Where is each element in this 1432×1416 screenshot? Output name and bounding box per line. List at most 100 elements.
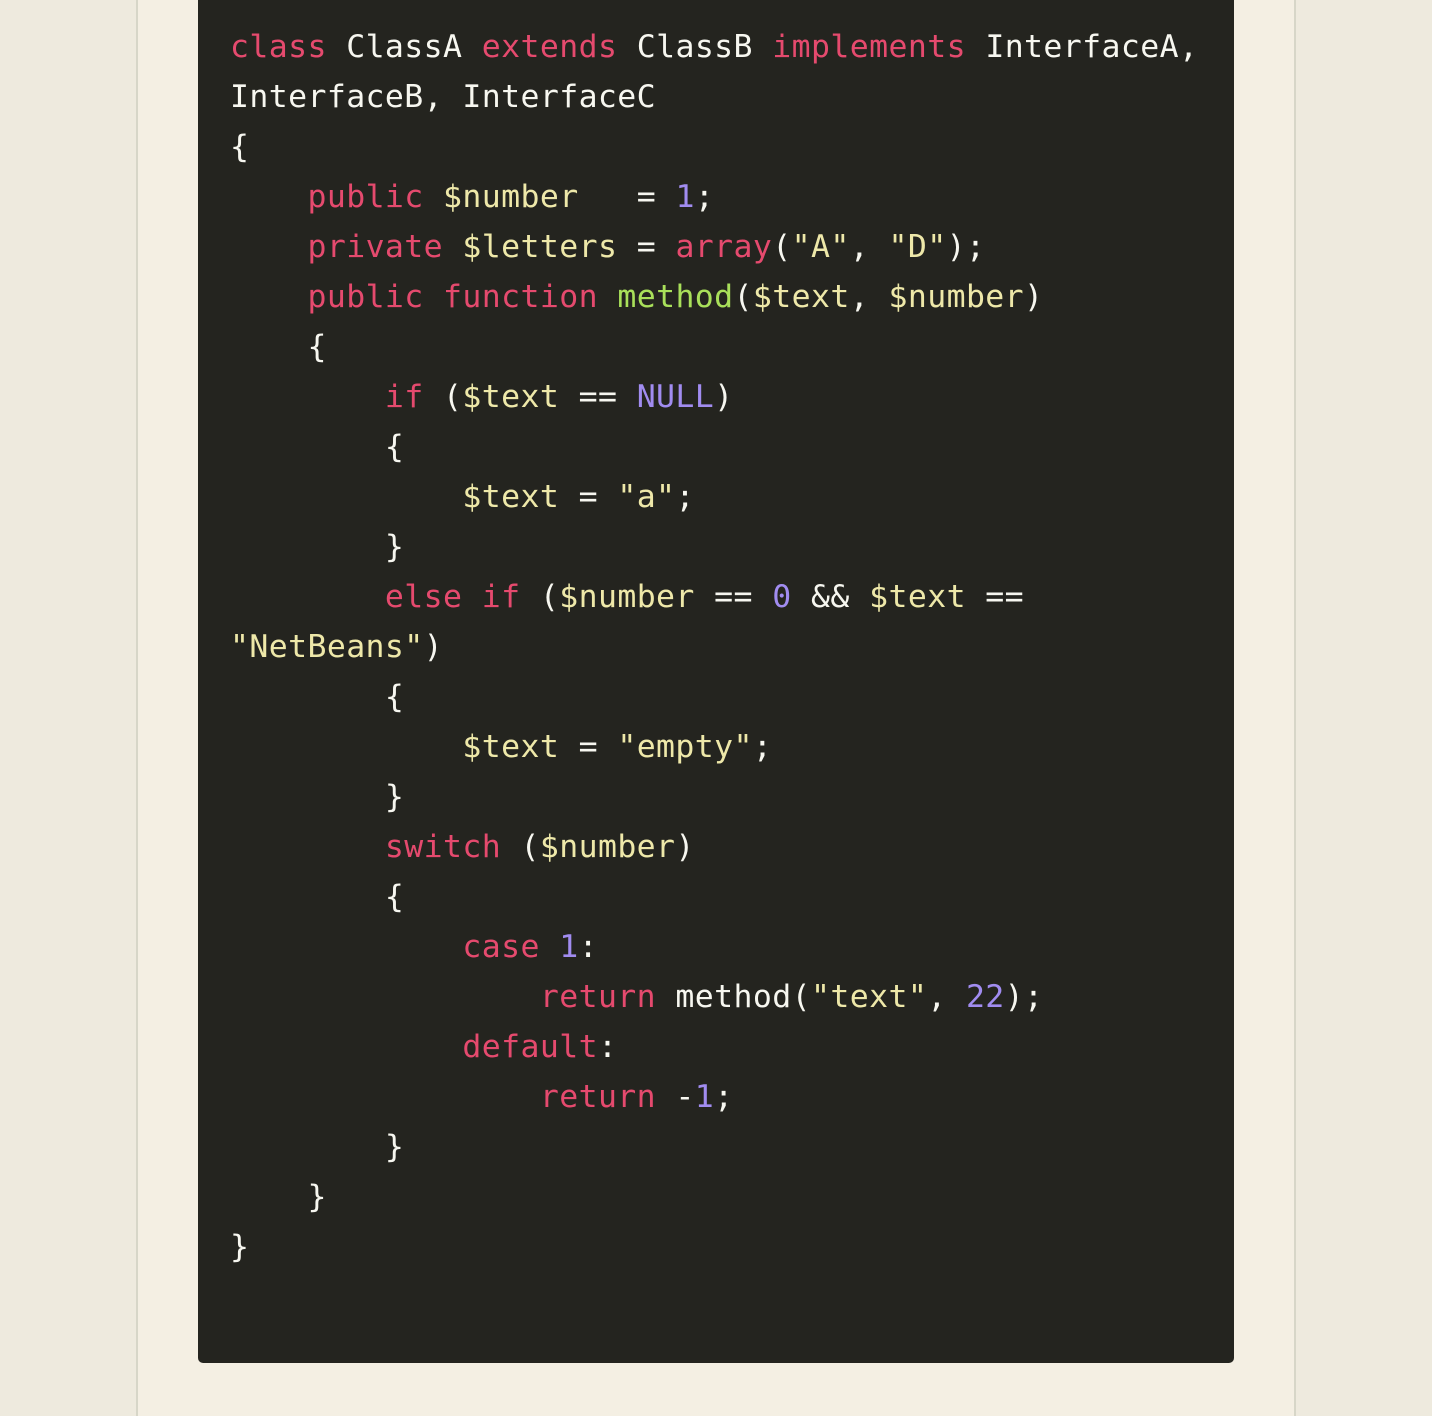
code-token-kw: else	[384, 579, 463, 615]
code-token-kw: extends	[481, 29, 618, 65]
code-token-pun: }	[384, 779, 405, 815]
code-token-kw: implements	[772, 29, 966, 65]
code-token-pun: }	[384, 529, 405, 565]
code-token-pun: );	[1004, 979, 1044, 1015]
code-token-num: 1	[675, 179, 695, 215]
code-token-pun: &&	[791, 579, 870, 615]
code-token-pun: ;	[714, 1079, 734, 1115]
code-token-kw: return	[539, 979, 657, 1015]
code-line: {	[230, 429, 404, 465]
code-token-pun: (	[772, 229, 792, 265]
code-token-kw: class	[230, 29, 327, 65]
code-token-fn: method	[617, 279, 734, 315]
code-token-pun: (	[501, 829, 540, 865]
code-token-pun: ,	[849, 279, 889, 315]
code-token-pun: )	[675, 829, 695, 865]
code-line: public $number = 1;	[230, 179, 714, 215]
code-token-kw: public	[307, 279, 424, 315]
code-token-pl: ClassA	[346, 29, 463, 65]
code-line: private $letters = array("A", "D");	[230, 229, 985, 265]
code-token-pun: }	[230, 1229, 250, 1265]
code-line: }	[230, 1229, 249, 1265]
code-token-pun: }	[384, 1129, 405, 1165]
code-token-pun: }	[307, 1179, 327, 1215]
code-token-var: $number	[443, 179, 579, 215]
page-left-column-rule	[136, 0, 138, 1416]
code-token-str: "text"	[811, 979, 928, 1015]
code-token-num: 22	[965, 979, 1005, 1015]
code-token-kw: public	[307, 179, 424, 215]
code-token-pun: =	[578, 179, 676, 215]
code-line: $text = "a";	[230, 479, 695, 515]
code-token-var: $text	[752, 279, 850, 315]
code-token-kw: return	[539, 1079, 657, 1115]
code-token-var: $text	[462, 479, 560, 515]
code-line: class ClassA extends ClassB implements I…	[230, 29, 1218, 115]
code-token-pun: {	[307, 329, 327, 365]
code-line: {	[230, 679, 404, 715]
code-line: public function method($text, $number)	[230, 279, 1043, 315]
code-token-str: "D"	[888, 229, 947, 265]
code-token-str: "empty"	[617, 729, 753, 765]
code-token-var: $text	[462, 729, 560, 765]
code-line: {	[230, 329, 327, 365]
code-token-num: 1	[559, 929, 579, 965]
page-left-margin-band	[0, 0, 136, 1416]
code-token-pun: {	[384, 879, 405, 915]
code-token-pun: =	[559, 479, 618, 515]
code-line: {	[230, 129, 249, 165]
code-token-pun: -	[675, 1079, 695, 1115]
code-line: switch ($number)	[230, 829, 695, 865]
code-token-pun: );	[946, 229, 986, 265]
code-token-var: $text	[869, 579, 966, 615]
code-token-pun: :	[578, 929, 598, 965]
code-token-pun: (	[520, 579, 560, 615]
code-token-pun: (	[423, 379, 463, 415]
code-block[interactable]: class ClassA extends ClassB implements I…	[198, 0, 1234, 1363]
code-token-str: "A"	[791, 229, 850, 265]
code-token-kw: array	[675, 229, 773, 265]
code-token-pun: ,	[927, 979, 966, 1015]
code-token-pun: (	[791, 979, 811, 1015]
code-token-var: $letters	[462, 229, 618, 265]
code-token-kw: case	[462, 929, 540, 965]
code-token-pl: method	[675, 979, 792, 1015]
code-token-pun: )	[1024, 279, 1044, 315]
code-token-pun: ;	[675, 479, 695, 515]
code-line: }	[230, 529, 404, 565]
code-token-pun: {	[384, 679, 405, 715]
page-body: { "page": { "background_color": "#f4efe3…	[0, 0, 1432, 1416]
code-token-pun: ==	[694, 579, 773, 615]
code-token-pun: )	[714, 379, 734, 415]
code-line: {	[230, 879, 404, 915]
code-content[interactable]: class ClassA extends ClassB implements I…	[198, 22, 1234, 1272]
code-token-pun: ==	[965, 579, 1044, 615]
code-token-pun: ==	[559, 379, 637, 415]
code-token-kw: default	[462, 1029, 598, 1065]
code-line: }	[230, 1129, 404, 1165]
code-line: else if ($number == 0 && $text == "NetBe…	[230, 579, 1043, 665]
code-line: return -1;	[230, 1079, 734, 1115]
code-token-str: "NetBeans"	[230, 629, 424, 665]
code-token-pun: =	[559, 729, 618, 765]
code-line: return method("text", 22);	[230, 979, 1043, 1015]
